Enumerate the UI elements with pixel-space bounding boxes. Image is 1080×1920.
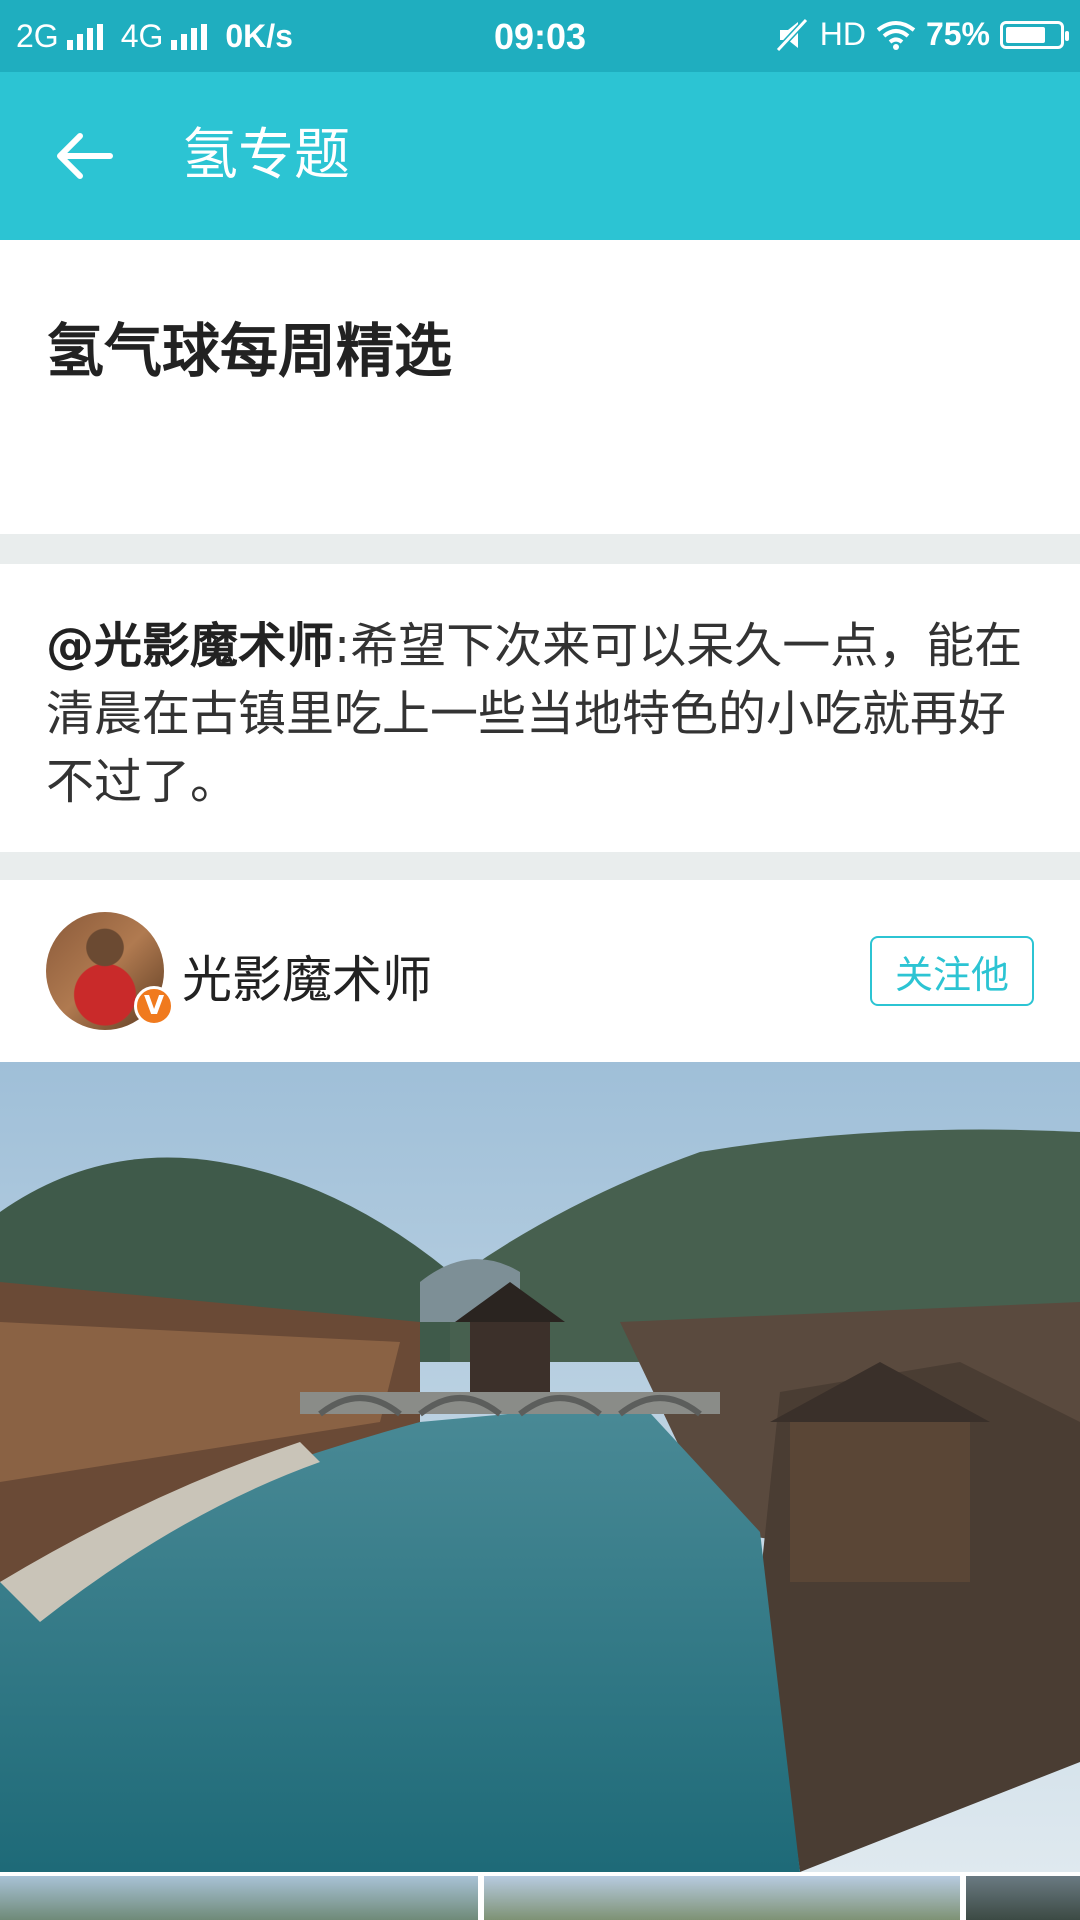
section-header: 氢气球每周精选 [0, 240, 1080, 534]
verified-badge: V [134, 986, 174, 1026]
author-row: V 光影魔术师 关注他 [0, 880, 1080, 1062]
mute-icon [775, 17, 808, 52]
page-title: 氢专题 [182, 123, 350, 188]
back-button[interactable] [44, 116, 124, 196]
quote-separator: : [334, 618, 351, 674]
author-name[interactable]: 光影魔术师 [182, 940, 432, 1012]
status-bar: 2G 4G 0K/s 09:03 HD 75% [0, 0, 1080, 72]
wifi-icon [876, 20, 916, 50]
divider [0, 534, 1080, 564]
hd-indicator: HD [819, 16, 866, 52]
thumbnail-strip [0, 1876, 1080, 1920]
thumbnail-image[interactable] [966, 1876, 1080, 1920]
thumbnail-image[interactable] [0, 1876, 478, 1920]
follow-button[interactable]: 关注他 [870, 936, 1034, 1006]
post-photo[interactable] [0, 1062, 1080, 1872]
thumbnail-image[interactable] [484, 1876, 960, 1920]
status-right: HD 75% [775, 16, 1069, 53]
quote-text: @光影魔术师:希望下次来可以呆久一点，能在清晨在古镇里吃上一些当地特色的小吃就再… [46, 612, 1036, 816]
section-title: 氢气球每周精选 [46, 317, 453, 385]
battery-icon [1000, 20, 1069, 49]
quote-author[interactable]: @光影魔术师 [46, 618, 334, 674]
battery-level [1006, 26, 1045, 43]
quote-card: @光影魔术师:希望下次来可以呆久一点，能在清晨在古镇里吃上一些当地特色的小吃就再… [0, 564, 1080, 852]
battery-percent: 75% [925, 16, 990, 52]
divider [0, 852, 1080, 880]
landscape-photo [0, 1062, 1080, 1872]
arrow-left-icon [57, 133, 113, 179]
app-bar: 氢专题 [0, 72, 1080, 240]
